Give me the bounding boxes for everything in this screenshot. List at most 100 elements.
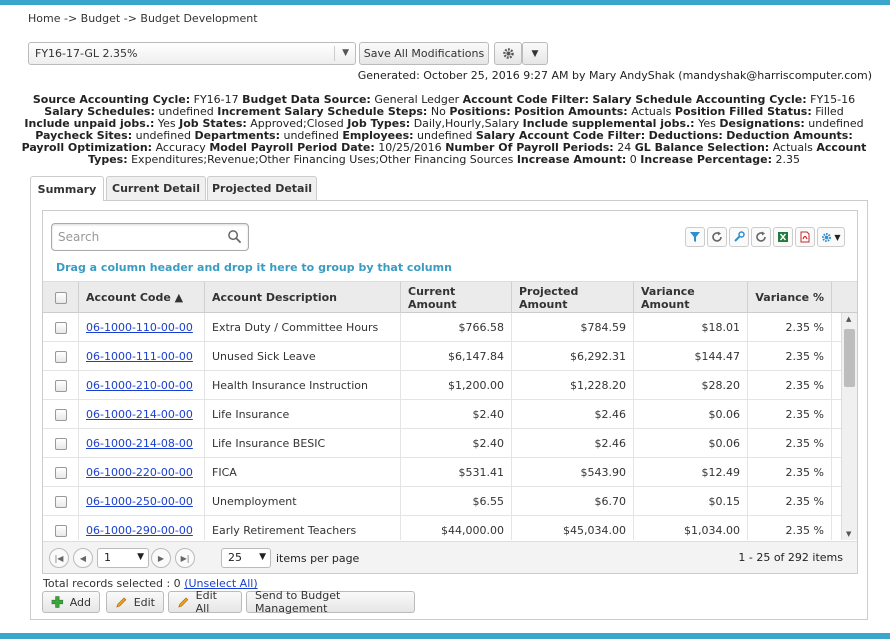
excel-export-icon[interactable] bbox=[773, 227, 793, 247]
variance-percent: 2.35 % bbox=[785, 495, 824, 508]
variance-amount: $1,034.00 bbox=[684, 524, 740, 537]
cell-variance: $0.06 bbox=[634, 429, 748, 458]
edit-all-label: Edit All bbox=[195, 589, 217, 615]
account-code-link[interactable]: 06-1000-220-00-00 bbox=[86, 466, 193, 479]
param-key: Increase Amount: bbox=[516, 153, 627, 166]
column-current-amount[interactable]: Current Amount bbox=[401, 282, 512, 313]
page-number-select[interactable]: 1 ▼ bbox=[97, 548, 149, 568]
row-checkbox[interactable] bbox=[54, 379, 67, 392]
vertical-scrollbar[interactable]: ▲ ▼ bbox=[841, 313, 857, 540]
reset-filter-icon[interactable] bbox=[707, 227, 727, 247]
column-variance-amount[interactable]: Variance Amount bbox=[634, 282, 748, 313]
table-row[interactable]: 06-1000-290-00-00 Early Retirement Teache… bbox=[43, 516, 841, 540]
scroll-down-icon[interactable]: ▼ bbox=[846, 530, 851, 538]
account-code-link[interactable]: 06-1000-210-00-00 bbox=[86, 379, 193, 392]
settings-dropdown-button[interactable]: ▼ bbox=[522, 42, 548, 65]
grid-settings-icon[interactable]: ▼ bbox=[817, 227, 845, 247]
account-description: Unused Sick Leave bbox=[212, 350, 316, 363]
select-all-checkbox[interactable] bbox=[54, 291, 67, 304]
select-divider bbox=[334, 46, 335, 61]
summary-grid: Search ▼ Drag a column header and drop i… bbox=[42, 210, 858, 574]
cell-variance: $1,034.00 bbox=[634, 516, 748, 540]
budget-select[interactable]: FY16-17-GL 2.35% ▼ bbox=[28, 42, 356, 65]
table-row[interactable]: 06-1000-210-00-00 Health Insurance Instru… bbox=[43, 371, 841, 400]
table-row[interactable]: 06-1000-214-00-00 Life Insurance $2.40 $2.4… bbox=[43, 400, 841, 429]
account-code-link[interactable]: 06-1000-290-00-00 bbox=[86, 524, 193, 537]
report-parameters: Source Accounting Cycle: FY16-17 Budget … bbox=[20, 94, 868, 166]
scrollbar-thumb[interactable] bbox=[844, 329, 855, 387]
cell-projected: $6,292.31 bbox=[512, 342, 634, 371]
column-projected-amount[interactable]: Projected Amount bbox=[512, 282, 634, 313]
tab-summary[interactable]: Summary bbox=[30, 176, 104, 201]
variance-percent: 2.35 % bbox=[785, 408, 824, 421]
cell-pct: 2.35 % bbox=[748, 371, 832, 400]
row-checkbox[interactable] bbox=[54, 437, 67, 450]
cell-projected: $543.90 bbox=[512, 458, 634, 487]
account-description: Health Insurance Instruction bbox=[212, 379, 368, 392]
account-code-link[interactable]: 06-1000-250-00-00 bbox=[86, 495, 193, 508]
previous-page-icon[interactable]: ◀ bbox=[73, 548, 93, 568]
row-checkbox-cell bbox=[43, 487, 79, 516]
row-checkbox[interactable] bbox=[54, 495, 67, 508]
cell-variance: $144.47 bbox=[634, 342, 748, 371]
page-size-select[interactable]: 25 ▼ bbox=[221, 548, 271, 568]
edit-button[interactable]: Edit bbox=[106, 591, 164, 613]
scroll-up-icon[interactable]: ▲ bbox=[846, 315, 851, 323]
variance-amount: $0.06 bbox=[708, 437, 741, 450]
reset-layout-icon[interactable] bbox=[751, 227, 771, 247]
last-page-icon[interactable]: ▶| bbox=[175, 548, 195, 568]
account-description: Life Insurance bbox=[212, 408, 290, 421]
account-code-link[interactable]: 06-1000-214-08-00 bbox=[86, 437, 193, 450]
current-amount: $531.41 bbox=[458, 466, 505, 479]
row-checkbox[interactable] bbox=[54, 466, 67, 479]
table-row[interactable]: 06-1000-111-00-00 Unused Sick Leave $6,147… bbox=[43, 342, 841, 371]
row-checkbox[interactable] bbox=[54, 524, 67, 537]
table-row[interactable]: 06-1000-220-00-00 FICA $531.41 $543.90 $12.4… bbox=[43, 458, 841, 487]
variance-percent: 2.35 % bbox=[785, 379, 824, 392]
current-amount: $2.40 bbox=[472, 437, 505, 450]
cell-desc: Extra Duty / Committee Hours bbox=[205, 313, 401, 342]
grid-header: Account Code ▲ Account Description Curre… bbox=[43, 281, 857, 313]
tab-current-detail[interactable]: Current Detail bbox=[106, 176, 206, 200]
pencil-icon bbox=[178, 597, 189, 608]
current-amount: $44,000.00 bbox=[441, 524, 504, 537]
pdf-export-icon[interactable] bbox=[795, 227, 815, 247]
account-code-link[interactable]: 06-1000-111-00-00 bbox=[86, 350, 193, 363]
table-row[interactable]: 06-1000-214-08-00 Life Insurance BESIC $2.… bbox=[43, 429, 841, 458]
account-code-link[interactable]: 06-1000-110-00-00 bbox=[86, 321, 193, 334]
cell-desc: Health Insurance Instruction bbox=[205, 371, 401, 400]
search-input[interactable]: Search bbox=[51, 223, 249, 251]
variance-percent: 2.35 % bbox=[785, 350, 824, 363]
cell-projected: $1,228.20 bbox=[512, 371, 634, 400]
column-account-description[interactable]: Account Description bbox=[205, 282, 401, 313]
table-row[interactable]: 06-1000-250-00-00 Unemployment $6.55 $6.70 $… bbox=[43, 487, 841, 516]
wrench-icon[interactable] bbox=[729, 227, 749, 247]
filter-icon[interactable] bbox=[685, 227, 705, 247]
projected-amount: $543.90 bbox=[580, 466, 627, 479]
row-checkbox-cell bbox=[43, 429, 79, 458]
row-checkbox[interactable] bbox=[54, 350, 67, 363]
projected-amount: $6.70 bbox=[594, 495, 627, 508]
cell-variance: $18.01 bbox=[634, 313, 748, 342]
cell-projected: $6.70 bbox=[512, 487, 634, 516]
first-page-icon[interactable]: |◀ bbox=[49, 548, 69, 568]
row-checkbox[interactable] bbox=[54, 321, 67, 334]
account-code-link[interactable]: 06-1000-214-00-00 bbox=[86, 408, 193, 421]
add-button[interactable]: Add bbox=[42, 591, 100, 613]
tab-projected-detail[interactable]: Projected Detail bbox=[207, 176, 317, 200]
edit-all-button[interactable]: Edit All bbox=[168, 589, 242, 615]
current-amount: $6,147.84 bbox=[448, 350, 504, 363]
table-row[interactable]: 06-1000-110-00-00 Extra Duty / Committee … bbox=[43, 313, 841, 342]
row-checkbox-cell bbox=[43, 400, 79, 429]
cell-pct: 2.35 % bbox=[748, 516, 832, 540]
column-variance-percent[interactable]: Variance % bbox=[748, 282, 832, 313]
cell-current: $531.41 bbox=[401, 458, 512, 487]
pencil-icon bbox=[116, 597, 127, 608]
search-icon[interactable] bbox=[227, 229, 242, 244]
save-all-modifications-button[interactable]: Save All Modifications bbox=[359, 42, 489, 65]
settings-button[interactable] bbox=[494, 42, 522, 65]
column-account-code[interactable]: Account Code ▲ bbox=[79, 282, 205, 313]
next-page-icon[interactable]: ▶ bbox=[151, 548, 171, 568]
send-to-budget-management-button[interactable]: Send to Budget Management bbox=[246, 589, 415, 615]
row-checkbox[interactable] bbox=[54, 408, 67, 421]
